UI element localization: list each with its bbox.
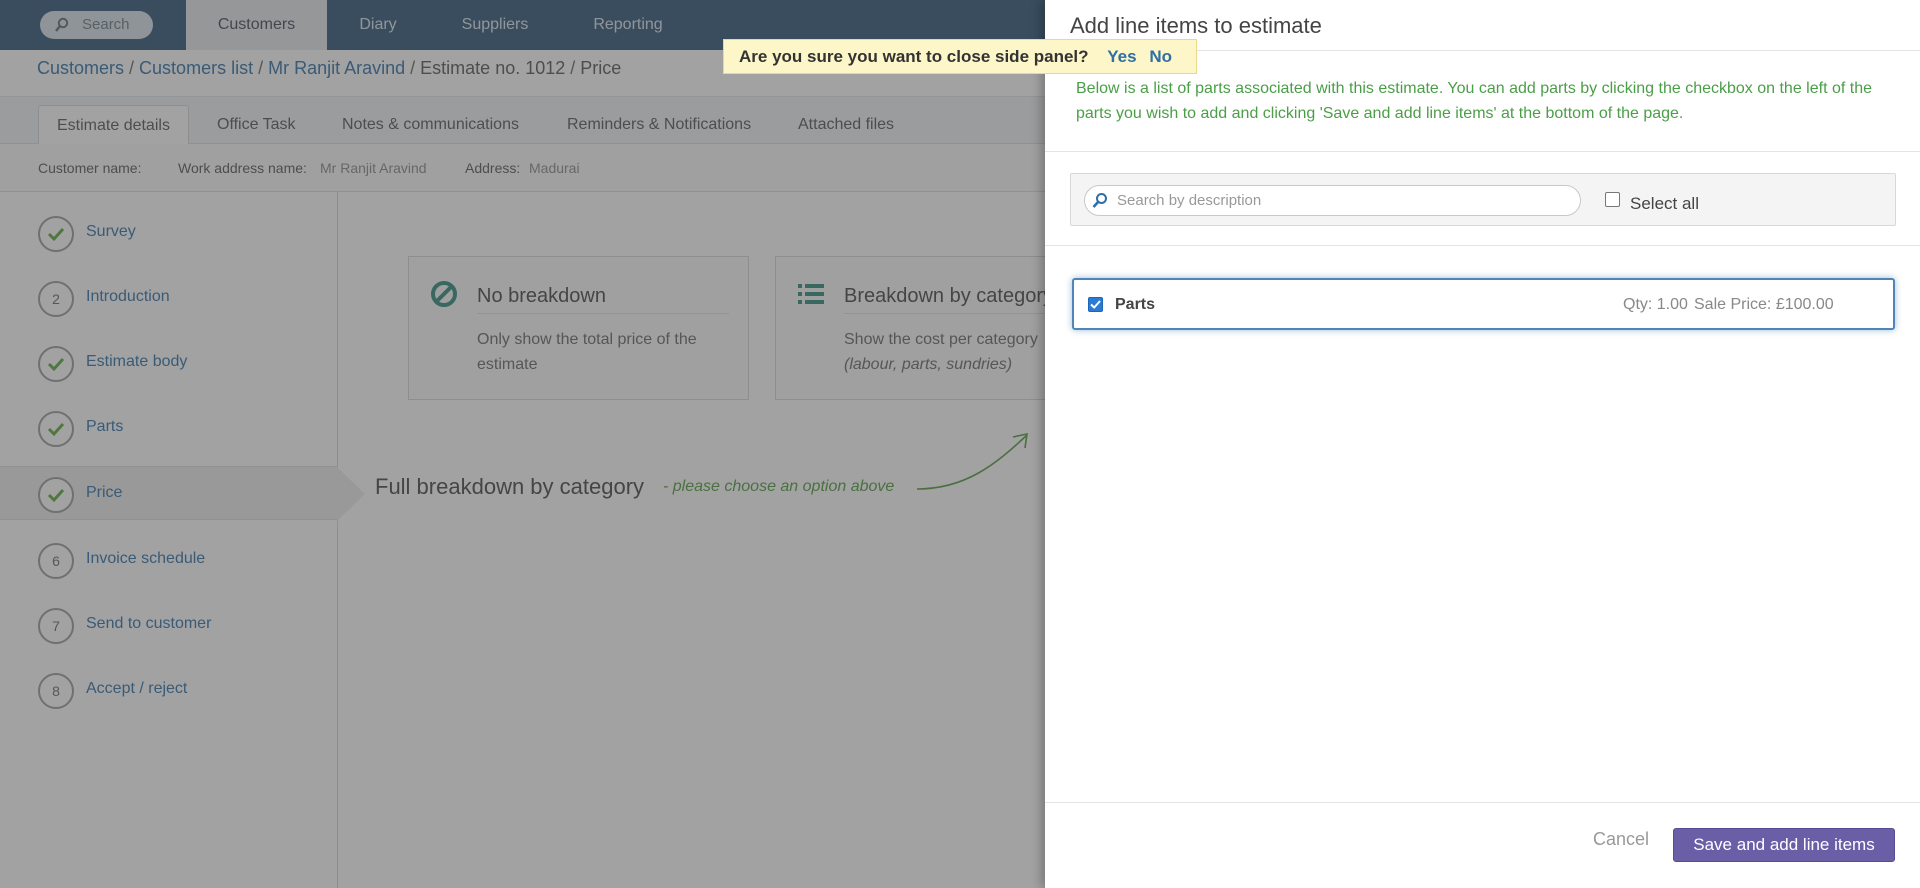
check-icon bbox=[1090, 300, 1101, 309]
close-panel-confirmation: Are you sure you want to close side pane… bbox=[723, 39, 1197, 74]
line-item-sale-price: Sale Price: £100.00 bbox=[1694, 296, 1834, 313]
line-item-qty: Qty: 1.00 bbox=[1623, 296, 1688, 313]
line-item-name: Parts bbox=[1115, 296, 1156, 313]
confirm-question: Are you sure you want to close side pane… bbox=[739, 47, 1089, 66]
panel-description: Below is a list of parts associated with… bbox=[1076, 80, 1872, 122]
select-all-label[interactable]: Select all bbox=[1630, 194, 1699, 214]
panel-title: Add line items to estimate bbox=[1070, 13, 1322, 38]
search-by-description-input[interactable] bbox=[1084, 185, 1581, 216]
divider bbox=[1045, 151, 1920, 152]
confirm-no-link[interactable]: No bbox=[1149, 47, 1172, 66]
save-and-add-line-items-button[interactable]: Save and add line items bbox=[1673, 828, 1895, 862]
line-item-row[interactable]: Parts Qty: 1.00 Sale Price: £100.00 bbox=[1072, 278, 1895, 330]
divider bbox=[1045, 802, 1920, 803]
modal-backdrop[interactable] bbox=[0, 0, 1045, 888]
divider bbox=[1045, 245, 1920, 246]
select-all-checkbox[interactable] bbox=[1605, 192, 1620, 207]
search-icon bbox=[1092, 193, 1107, 208]
line-item-checkbox[interactable] bbox=[1088, 297, 1103, 312]
confirm-yes-link[interactable]: Yes bbox=[1107, 47, 1136, 66]
filter-bar: Select all bbox=[1070, 173, 1896, 226]
cancel-link[interactable]: Cancel bbox=[1593, 829, 1649, 850]
add-line-items-panel: Add line items to estimate Below is a li… bbox=[1045, 0, 1920, 888]
